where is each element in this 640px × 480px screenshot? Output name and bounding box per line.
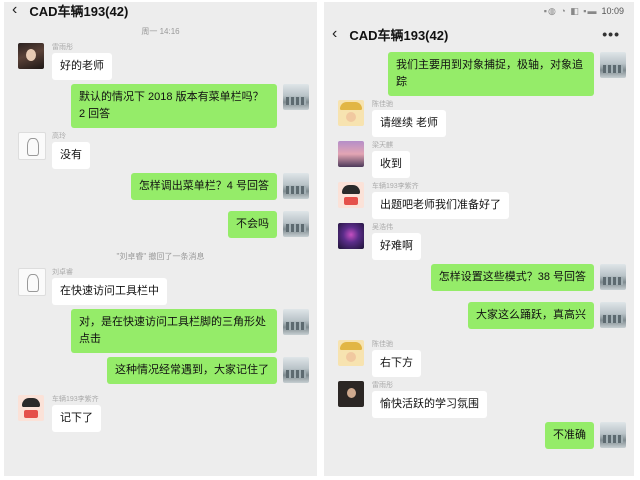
more-options-icon[interactable]: ••• — [602, 26, 620, 42]
chat-header: ‹ CAD车辆193(42) — [4, 2, 317, 20]
sender-name: 陈佳驰 — [372, 101, 393, 108]
message-bubble[interactable]: 不准确 — [545, 422, 594, 449]
status-bar: ▪◍ ◔ ◧ ▪▬ 10:09 — [324, 2, 634, 20]
avatar[interactable] — [283, 309, 309, 335]
message-bubble[interactable]: 这种情况经常遇到，大家记住了 — [107, 357, 277, 384]
avatar[interactable] — [600, 422, 626, 448]
outgoing-message: 怎样设置这些模式？38 号回答 — [324, 264, 634, 298]
avatar[interactable] — [600, 302, 626, 328]
avatar[interactable] — [338, 100, 364, 126]
avatar[interactable] — [338, 223, 364, 249]
right-chat-screenshot: ▪◍ ◔ ◧ ▪▬ 10:09 ‹ CAD车辆193(42) ••• 我们主要用… — [324, 2, 634, 476]
incoming-message: 雷雨彤 好的老师 — [4, 43, 317, 80]
message-bubble[interactable]: 没有 — [52, 142, 90, 169]
message-bubble[interactable]: 出题吧老师我们准备好了 — [372, 192, 509, 219]
sender-name: 车辆193李紫齐 — [372, 183, 419, 190]
incoming-message: 车辆193李紫齐记下了 — [4, 395, 317, 432]
incoming-message: 梁天麒 收到 — [324, 141, 634, 178]
message-list: 雷雨彤好的老师默认的情况下 2018 版本有菜单栏吗？2 回答 高玲没有怎样调出菜… — [4, 43, 317, 432]
message-bubble[interactable]: 记下了 — [52, 405, 101, 432]
incoming-message: 陈佳驰 右下方 — [324, 340, 634, 377]
sender-name: 梁天麒 — [372, 142, 393, 149]
chat-title: CAD车辆193(42) — [29, 3, 129, 19]
message-bubble[interactable]: 对，是在快速访问工具栏脚的三角形处点击 — [71, 309, 277, 353]
sender-name: 高玲 — [52, 133, 66, 140]
avatar[interactable] — [18, 43, 44, 69]
message-bubble[interactable]: 好的老师 — [52, 53, 112, 80]
back-arrow-icon[interactable]: ‹ — [332, 25, 337, 43]
message-list: 我们主要用到对象捕捉，极轴，对象追踪 陈佳驰 请继续 老师 梁天麒 收到 车辆193李紫齐… — [324, 52, 634, 456]
message-bubble[interactable]: 愉快活跃的学习氛围 — [372, 391, 487, 418]
outgoing-message: 不准确 — [324, 422, 634, 456]
avatar[interactable] — [283, 211, 309, 237]
message-bubble[interactable]: 怎样调出菜单栏？4 号回答 — [130, 173, 277, 200]
left-chat-screenshot: ‹ CAD车辆193(42) 周一 14:16 雷雨彤好的老师默认的情况下 20… — [4, 2, 317, 476]
message-bubble[interactable]: 怎样设置这些模式？38 号回答 — [430, 264, 594, 291]
status-icons: ▪◍ ◔ ◧ ▪▬ — [543, 5, 598, 16]
message-bubble[interactable]: 我们主要用到对象捕捉，极轴，对象追踪 — [388, 52, 594, 96]
incoming-message: 吴浩伟 好难啊 — [324, 223, 634, 260]
avatar[interactable] — [18, 268, 46, 296]
incoming-message: 刘卓睿在快速访问工具栏中 — [4, 268, 317, 305]
incoming-message: 雷雨彤愉快活跃的学习氛围 — [324, 381, 634, 418]
message-bubble[interactable]: 收到 — [372, 151, 410, 178]
sender-name: 吴浩伟 — [372, 224, 393, 231]
sender-name: 雷雨彤 — [52, 44, 73, 51]
message-bubble[interactable]: 右下方 — [372, 350, 421, 377]
outgoing-message: 大家这么踊跃，真高兴 — [324, 302, 634, 336]
avatar[interactable] — [283, 173, 309, 199]
status-time: 10:09 — [601, 6, 624, 16]
outgoing-message: 怎样调出菜单栏？4 号回答 — [4, 173, 317, 207]
sender-name: 陈佳驰 — [372, 341, 393, 348]
avatar[interactable] — [600, 52, 626, 78]
outgoing-message: 对，是在快速访问工具栏脚的三角形处点击 — [4, 309, 317, 353]
outgoing-message: 不会吗 — [4, 211, 317, 245]
avatar[interactable] — [283, 357, 309, 383]
back-arrow-icon[interactable]: ‹ — [12, 2, 17, 19]
recall-notice: "刘卓睿" 撤回了一条消息 — [116, 252, 205, 261]
sender-name: 雷雨彤 — [372, 382, 393, 389]
incoming-message: 车辆193李紫齐出题吧老师我们准备好了 — [324, 182, 634, 219]
avatar[interactable] — [600, 264, 626, 290]
outgoing-message: 默认的情况下 2018 版本有菜单栏吗？2 回答 — [4, 84, 317, 128]
chat-title: CAD车辆193(42) — [349, 27, 449, 43]
avatar[interactable] — [18, 395, 44, 421]
message-bubble[interactable]: 好难啊 — [372, 233, 421, 260]
avatar[interactable] — [338, 381, 364, 407]
chat-header: ‹ CAD车辆193(42) ••• — [324, 20, 634, 48]
timestamp: 周一 14:16 — [141, 27, 180, 36]
message-bubble[interactable]: 请继续 老师 — [372, 110, 447, 137]
outgoing-message: 我们主要用到对象捕捉，极轴，对象追踪 — [324, 52, 634, 96]
outgoing-message: 这种情况经常遇到，大家记住了 — [4, 357, 317, 391]
avatar[interactable] — [338, 182, 364, 208]
avatar[interactable] — [338, 141, 364, 167]
message-bubble[interactable]: 默认的情况下 2018 版本有菜单栏吗？2 回答 — [71, 84, 277, 128]
incoming-message: 高玲 没有 — [4, 132, 317, 169]
message-bubble[interactable]: 不会吗 — [228, 211, 277, 238]
avatar[interactable] — [18, 132, 46, 160]
sender-name: 车辆193李紫齐 — [52, 396, 99, 403]
avatar[interactable] — [338, 340, 364, 366]
message-bubble[interactable]: 大家这么踊跃，真高兴 — [468, 302, 594, 329]
sender-name: 刘卓睿 — [52, 269, 73, 276]
message-bubble[interactable]: 在快速访问工具栏中 — [52, 278, 167, 305]
avatar[interactable] — [283, 84, 309, 110]
incoming-message: 陈佳驰 请继续 老师 — [324, 100, 634, 137]
